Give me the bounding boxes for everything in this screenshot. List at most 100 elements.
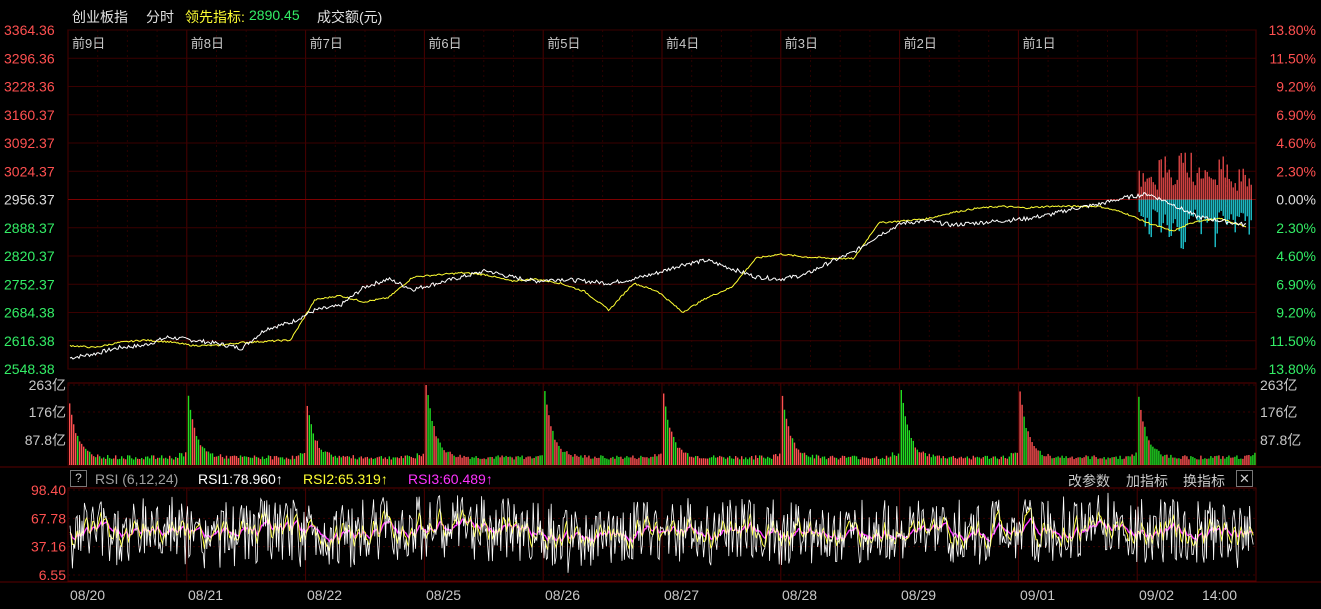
volume-bar [159,457,161,465]
volume-bar [173,459,175,465]
volume-bar [107,455,109,465]
volume-bar [918,452,920,465]
volume-bar [759,455,761,465]
switch-indicator-button[interactable]: 换指标 [1183,471,1225,491]
volume-bar [1077,457,1079,465]
volume-bar [243,456,246,465]
volume-bar [1160,454,1162,465]
day-label: 前4日 [666,36,699,51]
volume-bar [1204,458,1206,465]
volume-bar [443,450,445,465]
volume-bar [1019,391,1021,465]
volume-bar [320,449,322,465]
volume-bar [815,454,818,465]
volume-bar [1023,416,1025,465]
help-button[interactable]: ? [70,470,87,487]
volume-bar [741,456,743,465]
volume-bar [900,390,902,465]
volume-bar [574,454,576,465]
volume-bar [805,455,808,465]
volume-bar [893,455,896,465]
volume-bar [483,458,485,465]
volume-bar [1196,459,1198,465]
volume-bar [663,393,665,465]
volume-bar [275,455,278,465]
volume-bar [897,453,900,465]
volume-bar [891,452,894,465]
percent-tick-label: 11.50% [1270,50,1316,66]
volume-bar [223,458,226,465]
volume-bar [1202,459,1204,465]
volume-bar [1093,455,1095,465]
volume-bar [572,456,574,465]
volume-bar [851,455,854,465]
volume-bar [71,414,73,465]
volume-bar [382,458,384,465]
volume-bar [833,457,836,465]
volume-bar [386,459,388,465]
volume-bar [1055,457,1057,465]
volume-bar [580,455,582,465]
percent-tick-label: 9.20% [1276,305,1316,321]
volume-bar [1220,458,1222,465]
volume-bar [1142,421,1144,465]
add-indicator-button[interactable]: 加指标 [1126,471,1168,491]
modify-params-button[interactable]: 改参数 [1068,471,1110,491]
price-tick-label: 3092.37 [4,135,55,151]
volume-bar [801,453,804,465]
volume-bar [1184,455,1186,465]
volume-bar [376,457,378,465]
rsi-tick-label: 37.16 [31,539,66,555]
volume-bar [79,441,81,465]
volume-bar [306,405,308,465]
volume-bar [630,457,632,465]
time-tick-label: 08/29 [901,587,936,603]
volume-bar [431,420,433,465]
rsi-name[interactable]: RSI (6,12,24) [95,471,178,487]
volume-bar [175,456,177,465]
volume-bar [439,442,441,465]
volume-bar [91,454,93,465]
day-label: 前2日 [904,36,937,51]
volume-bar [233,455,236,465]
volume-bar [191,419,194,465]
volume-bar [1206,458,1208,465]
volume-tick-label: 87.8亿 [25,432,66,448]
price-tick-label: 3364.36 [4,22,55,38]
close-icon[interactable]: ✕ [1236,470,1253,487]
volume-bar [855,456,858,465]
volume-bar [1107,457,1109,465]
volume-bar [946,458,948,465]
volume-bar [133,459,135,465]
volume-bar [1115,456,1117,465]
volume-bar [1045,456,1047,465]
volume-bar [1250,456,1252,465]
volume-bar [358,457,360,465]
volume-bar [489,456,491,465]
volume-bar [449,451,451,465]
volume-bar [316,440,318,465]
volume-bar [584,455,586,465]
volume-bar [590,458,592,465]
volume-bar [1156,449,1158,465]
intraday-chart[interactable]: 3364.36 3296.36 3228.36 3160.37 3092.37 3024.… [0,0,1321,609]
volume-bar [1186,456,1188,465]
volume-bar [513,459,515,465]
volume-bar [926,456,928,465]
volume-bar [459,454,461,465]
volume-bar [455,457,457,465]
volume-bar [469,458,471,465]
volume-bar [827,458,830,465]
time-tick-label: 08/21 [188,587,223,603]
volume-bar [101,458,103,465]
volume-bar [1119,455,1121,465]
volume-bar [515,456,517,465]
volume-bar [330,454,332,465]
volume-bar [425,385,427,465]
volume-bar [77,435,79,465]
volume-bar [215,456,218,465]
volume-bar [525,457,527,465]
volume-bar [1121,459,1123,465]
volume-bar [402,458,404,465]
volume-bar [461,457,463,465]
